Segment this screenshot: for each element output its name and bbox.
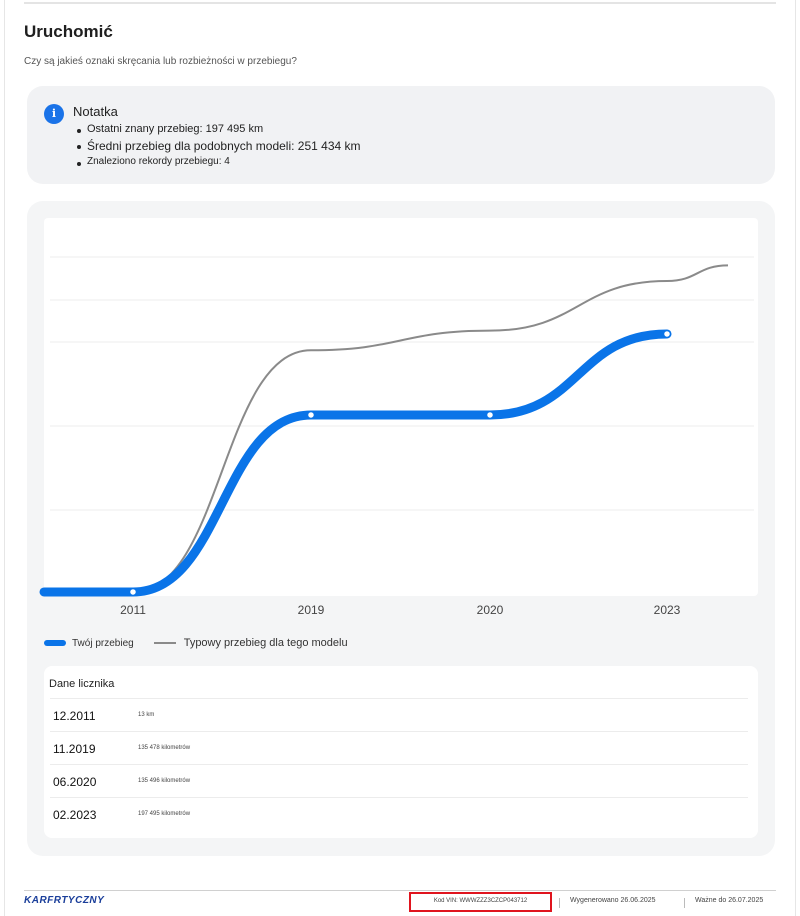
legend-label-typical-mileage: Typowy przebieg dla tego modelu: [183, 637, 348, 649]
reading-date: 02.2023: [53, 808, 97, 822]
x-tick-label: 2023: [654, 603, 681, 617]
reading-mileage: 197 495 kilometrów: [138, 811, 191, 817]
x-tick-label: 2011: [120, 603, 146, 617]
reading-date: 12.2011: [53, 709, 96, 723]
data-point: [128, 587, 138, 597]
footer-divider: [24, 890, 776, 891]
reading-date: 06.2020: [53, 775, 97, 789]
x-tick-label: 2019: [298, 603, 325, 617]
reading-mileage: 135 496 kilometrów: [138, 778, 191, 784]
footer-separator: [684, 898, 685, 908]
reading-date: 11.2019: [53, 742, 96, 756]
chart-legend: Twój przebieg Typowy przebieg dla tego m…: [44, 636, 348, 650]
table-row: 11.2019 135 478 kilometrów: [50, 731, 748, 764]
footer-generated-date: Wygenerowano 26.06.2025: [570, 897, 656, 904]
table-row: 02.2023 197 495 kilometrów: [50, 797, 748, 830]
reading-mileage: 135 478 kilometrów: [138, 745, 191, 751]
data-point: [306, 410, 316, 420]
reading-mileage: 13 km: [138, 712, 155, 718]
odometer-readings-card: Dane licznika 12.2011 13 km 11.2019 135 …: [44, 666, 758, 838]
your-mileage-line: [39, 329, 672, 597]
data-point: [662, 329, 672, 339]
typical-mileage-line: [132, 264, 729, 593]
data-point: [485, 410, 495, 420]
legend-swatch-typical-mileage: [153, 642, 176, 644]
footer-valid-until: Ważne do 26.07.2025: [695, 897, 764, 904]
legend-swatch-your-mileage: [44, 640, 66, 646]
x-tick-label: 2020: [477, 603, 504, 617]
table-row: 12.2011 13 km: [50, 698, 748, 731]
footer-logo: KARFRTYCZNY: [24, 895, 105, 906]
readings-title: Dane licznika: [49, 678, 115, 690]
table-row: 06.2020 135 496 kilometrów: [50, 764, 748, 797]
legend-label-your-mileage: Twój przebieg: [72, 637, 134, 649]
vin-highlight-box: Kod VIN: WWWZZZ3CZCP043712: [409, 892, 552, 912]
footer-vin: Kod VIN: WWWZZZ3CZCP043712: [433, 898, 528, 904]
footer-separator: [559, 898, 560, 908]
